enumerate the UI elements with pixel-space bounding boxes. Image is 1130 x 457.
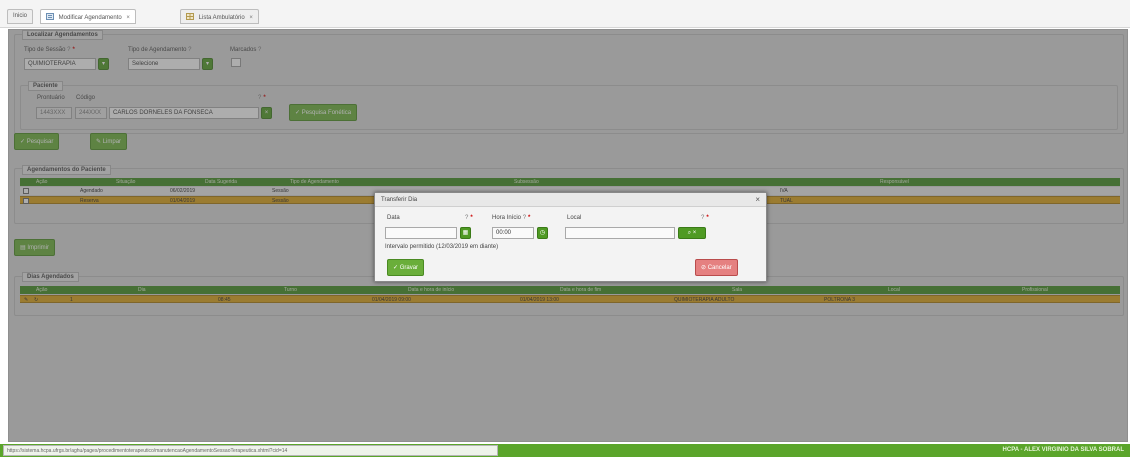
transferir-dia-dialog: Transferir Dia × Data ? * ▦ Hora Início ?…: [374, 192, 767, 282]
local-field[interactable]: [565, 227, 675, 239]
tab-label: Inicio: [13, 13, 28, 19]
hora-inicio-field[interactable]: 00:00: [492, 227, 534, 239]
grid-icon: [186, 13, 194, 20]
close-icon[interactable]: ×: [249, 15, 253, 21]
calendar-icon: ▦: [462, 230, 469, 236]
tab-lista-ambulatorio[interactable]: Lista Ambulatório ×: [180, 9, 259, 24]
tab-modificar-agendamento[interactable]: Modificar Agendamento ×: [40, 9, 136, 24]
tab-inicio[interactable]: Inicio: [7, 9, 34, 24]
check-icon: ✓: [393, 265, 399, 271]
dialog-title: Transferir Dia: [375, 193, 766, 207]
close-icon[interactable]: ×: [126, 15, 130, 21]
local-label: Local: [567, 215, 582, 221]
status-bar: https://sistema.hcpa.ufrgs.br/aghu/pages…: [0, 444, 1130, 457]
gravar-button[interactable]: ✓ Gravar: [387, 259, 425, 276]
document-icon: [46, 13, 54, 20]
cancelar-button[interactable]: ⊘ Cancelar: [695, 259, 738, 276]
clear-icon: ×: [692, 230, 697, 236]
close-icon[interactable]: ×: [755, 195, 760, 204]
tab-label: Modificar Agendamento: [58, 15, 122, 21]
data-field[interactable]: [385, 227, 457, 239]
calendar-button[interactable]: ▦: [460, 227, 471, 239]
cancel-icon: ⊘: [701, 265, 707, 271]
logged-user: HCPA - ALEX VIRGINIO DA SILVA SOBRAL: [1002, 447, 1124, 453]
hora-inicio-label: Hora Início ? *: [492, 215, 531, 221]
local-search-button[interactable]: ⌕ ×: [678, 227, 706, 239]
data-required: ? *: [465, 215, 473, 221]
search-icon: ⌕: [687, 230, 692, 236]
intervalo-permitido-text: Intervalo permitido (12/03/2019 em diant…: [385, 244, 499, 250]
tab-bar: Inicio Modificar Agendamento × Lista Amb…: [0, 0, 1130, 28]
clock-icon: ◷: [539, 230, 546, 236]
status-url: https://sistema.hcpa.ufrgs.br/aghu/pages…: [3, 445, 498, 456]
tab-label: Lista Ambulatório: [198, 15, 245, 21]
local-required: ? *: [701, 215, 709, 221]
data-label: Data: [387, 215, 400, 221]
clock-button[interactable]: ◷: [537, 227, 548, 239]
